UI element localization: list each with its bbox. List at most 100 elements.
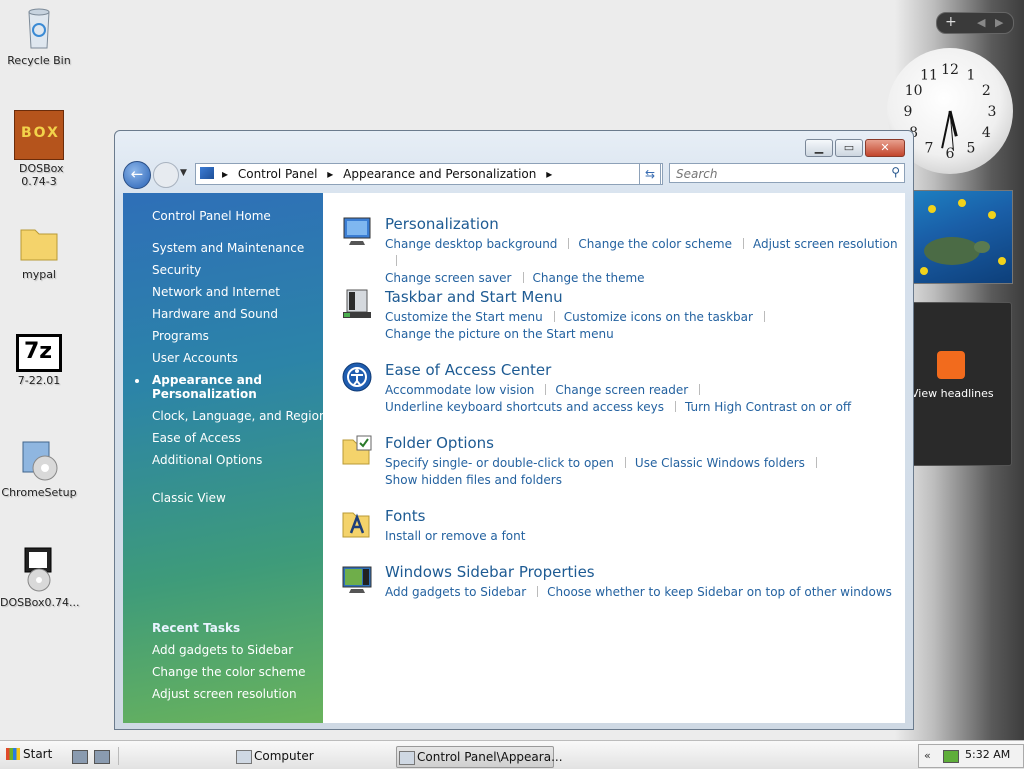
category-title[interactable]: Windows Sidebar Properties [385, 563, 595, 581]
dosbox-icon: BOX [14, 110, 64, 160]
desktop-icon-mypal[interactable]: mypal [0, 218, 78, 281]
task-link[interactable]: Change the picture on the Start menu [385, 327, 614, 341]
task-link[interactable]: Customize icons on the taskbar [564, 310, 753, 324]
task-link[interactable]: Accommodate low vision [385, 383, 534, 397]
recent-pages-dropdown[interactable]: ▼ [180, 168, 187, 178]
link-separator [537, 586, 539, 597]
control-panel-window: ▁ ▭ ✕ ← ▼ ▸ Control Panel ▸ Appearance a… [114, 130, 914, 730]
sidebar-item-user-accounts[interactable]: User Accounts [152, 351, 238, 365]
task-link[interactable]: Change the color scheme [578, 237, 732, 251]
category-title[interactable]: Folder Options [385, 434, 494, 452]
control-panel-home-link[interactable]: Control Panel Home [152, 209, 271, 223]
breadcrumb-arrow-icon[interactable]: ▸ [546, 167, 552, 181]
desktop-icon-label: 7-22.01 [17, 374, 61, 387]
feed-headlines-gadget[interactable]: View headlines [906, 302, 1012, 466]
task-link[interactable]: Install or remove a font [385, 529, 525, 543]
task-link[interactable]: Specify single- or double-click to open [385, 456, 614, 470]
slideshow-gadget[interactable] [911, 190, 1013, 284]
clock-numeral: 1 [967, 68, 976, 84]
task-link[interactable]: Change desktop background [385, 237, 557, 251]
next-icon[interactable]: ▶ [995, 16, 1003, 29]
monitor-icon[interactable] [341, 215, 373, 247]
address-bar[interactable]: ▸ Control Panel ▸ Appearance and Persona… [195, 163, 663, 185]
sidebar-item-hardware[interactable]: Hardware and Sound [152, 307, 278, 321]
recent-task-link[interactable]: Change the color scheme [152, 665, 306, 679]
category-title[interactable]: Taskbar and Start Menu [385, 288, 563, 306]
start-button[interactable]: Start [6, 747, 52, 761]
ease-of-access-icon[interactable] [341, 361, 373, 393]
desktop-icon-dosbox-installer[interactable]: DOSBox0.74... [0, 546, 80, 609]
category-title[interactable]: Personalization [385, 215, 499, 233]
search-box[interactable]: ⚲ [669, 163, 905, 183]
prev-icon[interactable]: ◀ [977, 16, 985, 29]
task-link[interactable]: Underline keyboard shortcuts and access … [385, 400, 664, 414]
breadcrumb-arrow-icon[interactable]: ▸ [327, 167, 333, 181]
rss-icon [937, 351, 965, 379]
sidebar-item-additional-options[interactable]: Additional Options [152, 453, 262, 467]
task-link[interactable]: Change screen reader [555, 383, 688, 397]
task-link[interactable]: Turn High Contrast on or off [685, 400, 851, 414]
breadcrumb-arrow-icon[interactable]: ▸ [222, 167, 228, 181]
dosbox-logo-text: BOX [21, 125, 60, 141]
taskbar-button-label: Computer [254, 749, 314, 763]
sidebar-item-appearance-current[interactable]: Appearance and Personalization [152, 373, 262, 401]
task-link[interactable]: Add gadgets to Sidebar [385, 585, 526, 599]
link-separator [553, 311, 555, 322]
quick-launch-spacer [118, 747, 229, 765]
link-separator [522, 272, 524, 283]
task-link[interactable]: Change the theme [533, 271, 645, 285]
sidebar-item-programs[interactable]: Programs [152, 329, 209, 343]
recent-task-link[interactable]: Add gadgets to Sidebar [152, 643, 293, 657]
switch-windows-icon[interactable] [94, 750, 110, 764]
network-icon[interactable] [943, 750, 959, 763]
sidebar-item-ease-of-access[interactable]: Ease of Access [152, 431, 241, 445]
show-hidden-icons-icon[interactable]: « [924, 749, 931, 762]
sidebar-properties-icon[interactable] [341, 563, 373, 595]
maximize-button[interactable]: ▭ [835, 139, 863, 157]
desktop-icon-chromesetup[interactable]: ChromeSetup [0, 436, 78, 499]
sidebar-item-security[interactable]: Security [152, 263, 201, 277]
control-panel-icon [200, 167, 214, 179]
folder-options-icon[interactable] [341, 434, 373, 466]
taskbar-icon[interactable] [341, 288, 373, 320]
breadcrumb-appearance[interactable]: Appearance and Personalization [343, 167, 536, 181]
clock-time[interactable]: 5:32 AM [965, 748, 1010, 761]
computer-icon [236, 750, 252, 764]
link-separator [815, 457, 817, 468]
refresh-button[interactable]: ⇆ [639, 163, 661, 185]
fonts-folder-icon[interactable] [341, 507, 373, 539]
desktop-icon-label: ChromeSetup [1, 486, 77, 499]
recent-task-link[interactable]: Adjust screen resolution [152, 687, 297, 701]
breadcrumb-control-panel[interactable]: Control Panel [238, 167, 318, 181]
link-separator [568, 238, 570, 249]
category-title[interactable]: Ease of Access Center [385, 361, 551, 379]
add-gadget-icon[interactable]: + [945, 14, 957, 30]
search-input[interactable] [674, 165, 878, 183]
minimize-button[interactable]: ▁ [805, 139, 833, 157]
task-link[interactable]: Adjust screen resolution [753, 237, 898, 251]
recent-tasks-heading: Recent Tasks [152, 621, 241, 635]
task-link[interactable]: Change screen saver [385, 271, 512, 285]
back-button[interactable]: ← [123, 161, 151, 189]
classic-view-link[interactable]: Classic View [152, 491, 226, 505]
category-links: Add gadgets to Sidebar Choose whether to … [385, 584, 905, 601]
task-link[interactable]: Use Classic Windows folders [635, 456, 805, 470]
taskbar-button-computer[interactable]: Computer [234, 746, 314, 766]
sidebar-item-system-maintenance[interactable]: System and Maintenance [152, 241, 304, 255]
close-button[interactable]: ✕ [865, 139, 905, 157]
task-link[interactable]: Customize the Start menu [385, 310, 543, 324]
sidebar-item-clock-language[interactable]: Clock, Language, and Region [152, 409, 327, 423]
category-links: Install or remove a font [385, 528, 905, 545]
desktop-icon-recycle-bin[interactable]: Recycle Bin [0, 4, 78, 67]
sidebar-item-network[interactable]: Network and Internet [152, 285, 280, 299]
search-icon[interactable]: ⚲ [891, 165, 900, 179]
desktop-icon-dosbox[interactable]: BOX DOSBox 0.74-3 [0, 110, 78, 188]
sidebar-controls: + ◀ ▶ [936, 12, 1014, 34]
category-title[interactable]: Fonts [385, 507, 425, 525]
desktop-icon-7zip[interactable]: 7z 7-22.01 [0, 334, 78, 387]
task-link[interactable]: Choose whether to keep Sidebar on top of… [547, 585, 892, 599]
forward-button[interactable] [153, 162, 179, 188]
taskbar-button-control-panel[interactable]: Control Panel\Appeara... [396, 746, 563, 768]
show-desktop-icon[interactable] [72, 750, 88, 764]
task-link[interactable]: Show hidden files and folders [385, 473, 562, 487]
